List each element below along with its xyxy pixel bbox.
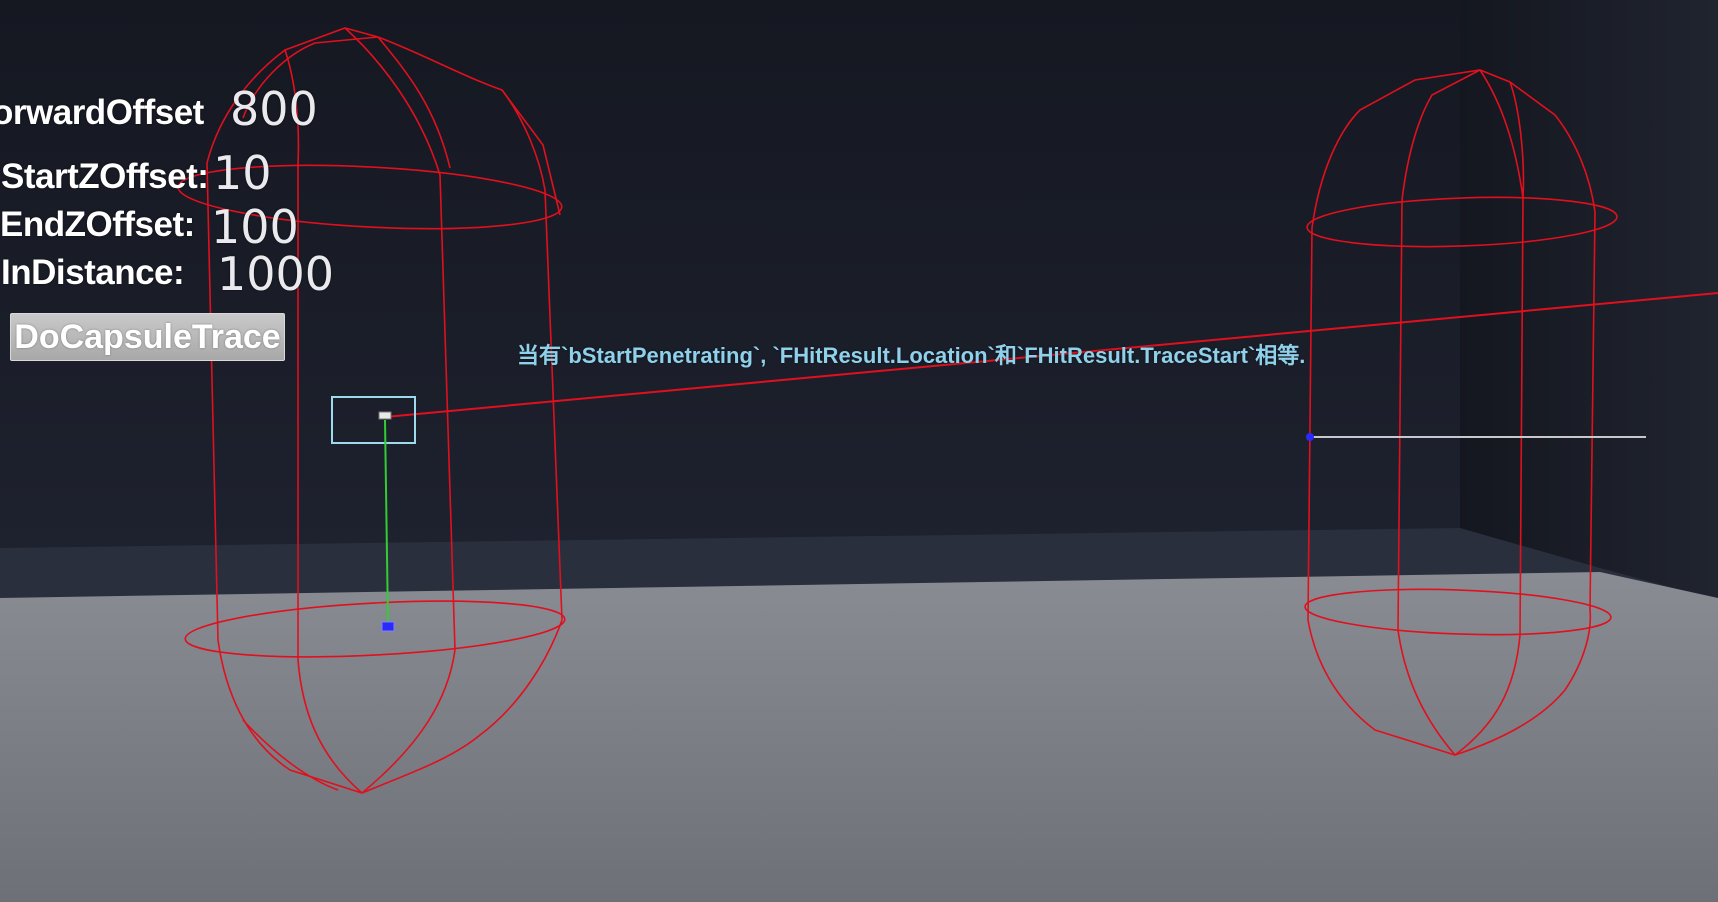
- distance-value[interactable]: 1000: [217, 247, 334, 301]
- trace-start-marker: [378, 411, 392, 420]
- hit-point-marker: [1306, 433, 1314, 441]
- impact-point-marker: [381, 621, 395, 632]
- game-viewport[interactable]: orwardOffset 800 StartZOffset: 10 EndZOf…: [0, 0, 1718, 902]
- do-capsule-trace-button[interactable]: DoCapsuleTrace: [10, 313, 285, 361]
- distance-label: InDistance:: [1, 253, 185, 292]
- forward-offset-label: orwardOffset: [0, 93, 204, 132]
- floor: [0, 572, 1718, 902]
- end-z-offset-label: EndZOffset:: [0, 205, 195, 244]
- end-z-offset-value[interactable]: 100: [211, 200, 299, 254]
- start-z-offset-value[interactable]: 10: [213, 146, 272, 200]
- start-z-offset-label: StartZOffset:: [1, 157, 209, 196]
- debug-message: 当有`bStartPenetrating`, `FHitResult.Locat…: [517, 343, 1306, 368]
- right-wall: [1460, 0, 1718, 600]
- forward-offset-value[interactable]: 800: [230, 82, 318, 136]
